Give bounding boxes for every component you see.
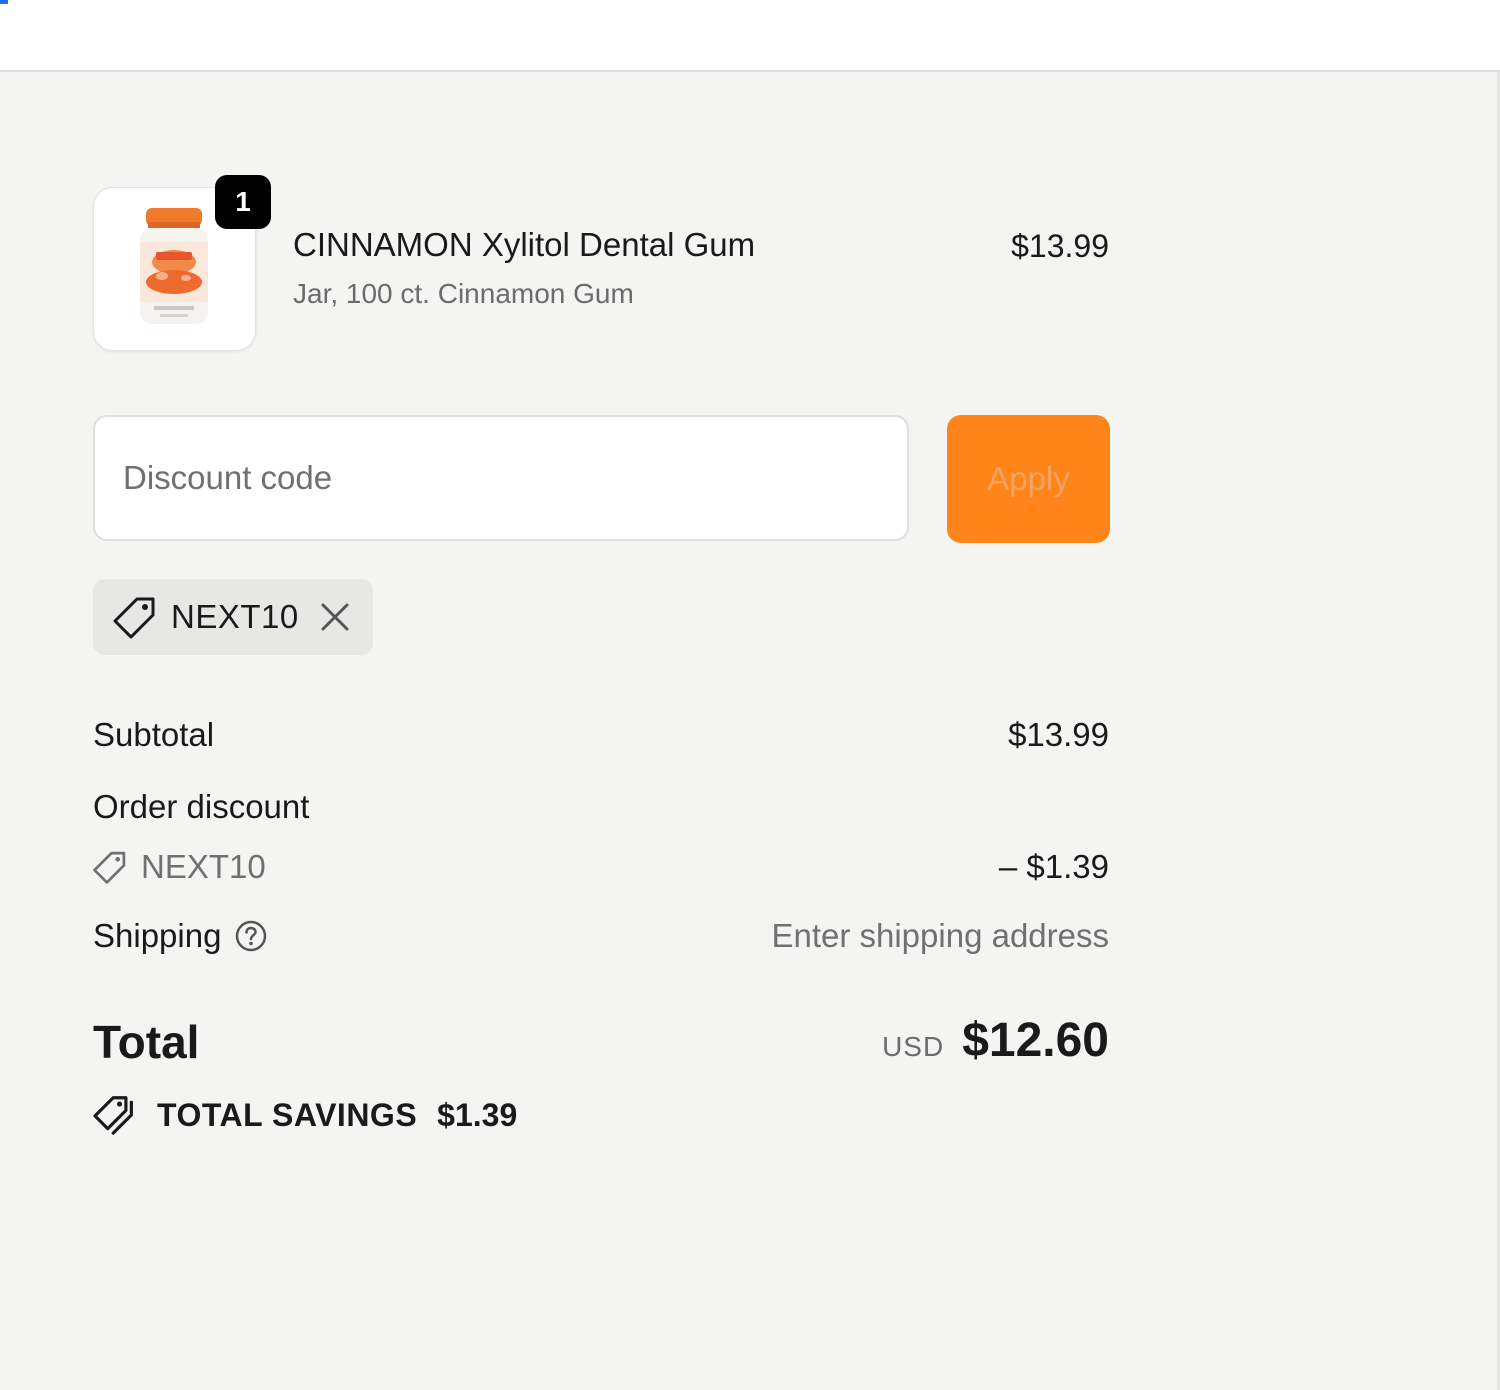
- total-savings-label: TOTAL SAVINGS: [157, 1096, 418, 1133]
- total-savings-row: TOTAL SAVINGS $1.39: [93, 1095, 517, 1135]
- header-edge-mark: [0, 0, 8, 4]
- shipping-value: Enter shipping address: [771, 917, 1109, 954]
- applied-discount-code: NEXT10: [171, 598, 299, 635]
- tags-icon: [93, 1096, 133, 1135]
- remove-discount-button[interactable]: [317, 599, 353, 635]
- shipping-row: Shipping: [93, 917, 267, 955]
- subtotal-label: Subtotal: [93, 716, 215, 753]
- order-discount-code: NEXT10: [141, 848, 266, 885]
- total-savings-value: $1.39: [437, 1096, 518, 1133]
- tag-icon: [113, 597, 155, 639]
- order-discount-value: – $1.39: [998, 848, 1109, 885]
- shipping-label: Shipping: [93, 917, 222, 954]
- total-label: Total: [93, 1016, 200, 1068]
- tag-icon: [93, 851, 126, 884]
- close-icon: [321, 603, 349, 631]
- quantity-badge: 1: [215, 175, 271, 229]
- currency-code: USD: [882, 1031, 945, 1062]
- product-name: CINNAMON Xylitol Dental Gum: [293, 226, 756, 263]
- order-discount-code-row: NEXT10: [93, 848, 266, 886]
- discount-code-input[interactable]: [93, 415, 909, 541]
- order-discount-label: Order discount: [93, 788, 310, 825]
- header-bar: [0, 0, 1500, 72]
- question-circle-icon[interactable]: [235, 920, 267, 952]
- total-amount: USD $12.60: [882, 1013, 1109, 1068]
- apply-button[interactable]: Apply: [947, 415, 1110, 543]
- subtotal-value: $13.99: [1008, 716, 1109, 753]
- product-variant: Jar, 100 ct. Cinnamon Gum: [293, 278, 634, 309]
- gum-jar-image: [140, 208, 208, 324]
- product-price: $13.99: [1011, 228, 1109, 264]
- total-value: $12.60: [962, 1014, 1109, 1067]
- applied-discount-chip: NEXT10: [93, 579, 373, 655]
